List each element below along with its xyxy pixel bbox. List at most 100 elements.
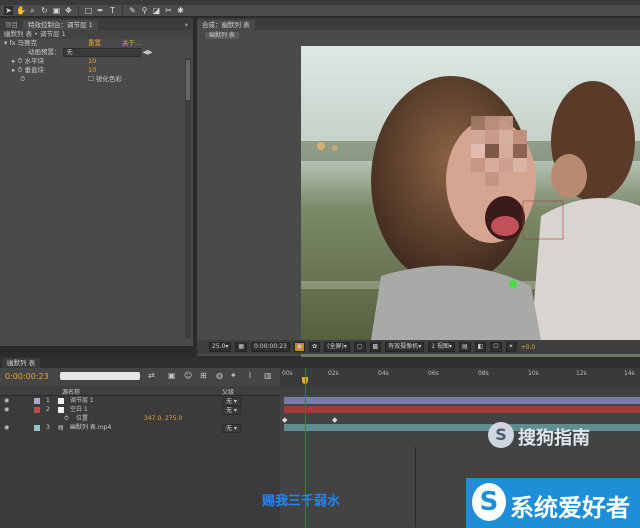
layer-row-video[interactable]: ◉ 3 ▤ 幽默列 表.mp4 无 ▾: [0, 424, 280, 433]
timecode-display[interactable]: 0:00:00:23: [251, 342, 290, 352]
timeline-timecode[interactable]: 0:00:00:23: [5, 372, 49, 381]
stopwatch-icon[interactable]: ⏱: [20, 75, 25, 83]
eye-icon[interactable]: ◉: [4, 397, 9, 405]
snapshot-icon[interactable]: ◉: [293, 342, 306, 352]
layer-label-color[interactable]: [34, 407, 40, 413]
stopwatch-icon[interactable]: ⏱: [64, 415, 69, 423]
vertical-scrollbar[interactable]: [185, 58, 191, 338]
composition-viewer[interactable]: [301, 46, 640, 357]
site-logo-icon: S: [472, 483, 506, 521]
tab-project[interactable]: 项目: [0, 20, 23, 30]
tab-composition[interactable]: 合成：幽默列 表: [197, 20, 255, 30]
rectangle-tool-icon[interactable]: □: [84, 6, 93, 15]
motion-blur-icon[interactable]: ◍: [216, 371, 223, 380]
tab-effect-controls[interactable]: 特效控制台：调节层 1: [23, 20, 98, 30]
clone-tool-icon[interactable]: ⚲: [140, 6, 149, 15]
zoom-tool-icon[interactable]: ⌕: [28, 6, 37, 15]
property-row-position[interactable]: ⏱ 位置 347.0, 275.0: [0, 415, 280, 423]
preset-arrows-icon[interactable]: ◀▶: [143, 48, 153, 56]
effect-header: ▾ fx 马赛克 重置 关于...: [0, 39, 193, 48]
parent-header[interactable]: 父级: [222, 387, 234, 396]
v-blocks-label: 垂直块: [24, 66, 44, 74]
brush-tool-icon[interactable]: ✎: [128, 6, 137, 15]
parent-dropdown[interactable]: 无 ▾: [222, 406, 241, 415]
sharpen-checkbox[interactable]: ☐ 锐化色彩: [88, 75, 122, 84]
panel-menu-icon[interactable]: ▾: [180, 20, 193, 30]
ruler-label: 12s: [576, 370, 587, 377]
keyframe-icon[interactable]: ◆: [282, 416, 287, 424]
layer-number: 1: [46, 397, 50, 404]
layer-name[interactable]: 调节层 1: [70, 397, 94, 405]
color-channel-icon[interactable]: ✿: [309, 342, 321, 352]
tab-timeline-comp[interactable]: 幽默列 表: [2, 358, 41, 368]
pan-behind-tool-icon[interactable]: ✥: [64, 6, 73, 15]
v-blocks-value[interactable]: 10: [88, 66, 96, 75]
text-tool-icon[interactable]: T: [108, 6, 117, 15]
timeline-tabbar: 幽默列 表: [0, 357, 640, 368]
ruler-label: 08s: [478, 370, 489, 377]
hand-tool-icon[interactable]: ✋: [16, 6, 26, 15]
camera-dropdown[interactable]: 有效摄像机▾: [385, 342, 425, 352]
keyframe-icon[interactable]: ◆: [332, 416, 337, 424]
anim-preset-dropdown[interactable]: 无: [62, 48, 141, 57]
expand-arrow-icon[interactable]: ▸ ⏱: [12, 66, 24, 74]
property-name: 位置: [76, 415, 89, 422]
draft-3d-icon[interactable]: ▣: [168, 371, 176, 380]
hide-shy-icon[interactable]: ☺: [184, 371, 192, 380]
zoom-dropdown[interactable]: 25.0▾: [209, 342, 232, 352]
layer-name[interactable]: 空白 1: [70, 406, 88, 414]
timeline-search-input[interactable]: [60, 372, 140, 380]
left-panel-tabs: 项目 特效控制台：调节层 1 ▾: [0, 18, 193, 30]
position-value[interactable]: 347.0, 275.0: [144, 415, 182, 423]
footage-icon: ▤: [58, 424, 64, 431]
flowchart-icon[interactable]: ⎔: [490, 342, 502, 352]
time-ruler[interactable]: 00s 02s 04s 06s 08s 10s 12s 14s: [280, 368, 640, 386]
transparency-grid-icon[interactable]: ▩: [369, 342, 382, 352]
layer-name[interactable]: 幽默列 表.mp4: [70, 424, 111, 432]
comp-subtab[interactable]: 幽默列 表: [205, 32, 239, 39]
resolution-dropdown[interactable]: (全屏)▾: [324, 342, 350, 352]
layer-label-color[interactable]: [34, 398, 40, 404]
layer-bar-null[interactable]: [284, 406, 640, 413]
pen-tool-icon[interactable]: ✒: [96, 6, 105, 15]
tools-toolbar: ➤ ✋ ⌕ ↻ ▣ ✥ □ ✒ T ✎ ⚲ ◪ ✂ ✱: [0, 5, 640, 17]
expand-arrow-icon[interactable]: ▸ ⏱: [12, 57, 24, 65]
timeline-toggle-icon[interactable]: ◧: [474, 342, 487, 352]
roi-icon[interactable]: ▢: [353, 342, 366, 352]
roto-tool-icon[interactable]: ✂: [164, 6, 173, 15]
grid-toggle-icon[interactable]: ▦: [235, 342, 248, 352]
fast-preview-icon[interactable]: ▤: [458, 342, 471, 352]
camera-tool-icon[interactable]: ▣: [52, 6, 61, 15]
eye-icon[interactable]: ◉: [4, 406, 9, 414]
brainstorm-icon[interactable]: ✦: [230, 371, 237, 380]
layer-bar-adjustment[interactable]: [284, 397, 640, 404]
h-blocks-label: 水平块: [24, 57, 44, 65]
h-blocks-value[interactable]: 10: [88, 57, 96, 66]
layer-row-null[interactable]: ◉ 2 空白 1 无 ▾: [0, 406, 280, 415]
layer-label-color[interactable]: [34, 425, 40, 431]
eraser-tool-icon[interactable]: ◪: [152, 6, 161, 15]
graph-editor-icon[interactable]: ⌇: [248, 371, 252, 380]
sharpen-row: ⏱ ☐ 锐化色彩: [0, 75, 193, 84]
source-name-header[interactable]: 源名称: [62, 387, 80, 396]
ruler-label: 10s: [528, 370, 539, 377]
puppet-tool-icon[interactable]: ✱: [176, 6, 185, 15]
render-icon[interactable]: ▥: [264, 371, 272, 380]
selection-tool-icon[interactable]: ➤: [4, 6, 13, 15]
eye-icon[interactable]: ◉: [4, 424, 9, 432]
exposure-icon[interactable]: ✴: [505, 342, 517, 352]
parent-dropdown[interactable]: 无 ▾: [222, 424, 241, 433]
comp-mini-flowchart-icon[interactable]: ⇄: [148, 371, 155, 380]
about-link[interactable]: 关于...: [122, 39, 141, 48]
anim-preset-row: 动画预置： 无 ◀▶: [0, 48, 193, 57]
views-value: 1 视图: [431, 343, 449, 350]
ruler-label: 06s: [428, 370, 439, 377]
rotate-tool-icon[interactable]: ↻: [40, 6, 49, 15]
frame-blend-icon[interactable]: ⊞: [200, 371, 207, 380]
parent-dropdown[interactable]: 无 ▾: [222, 397, 241, 406]
effect-toggle-icon[interactable]: ▾ fx: [4, 39, 18, 47]
reset-link[interactable]: 重置: [88, 39, 101, 48]
views-dropdown[interactable]: 1 视图▾: [428, 342, 455, 352]
exposure-value[interactable]: +0.0: [521, 344, 536, 351]
layer-row-adjustment[interactable]: ◉ 1 调节层 1 无 ▾: [0, 397, 280, 406]
